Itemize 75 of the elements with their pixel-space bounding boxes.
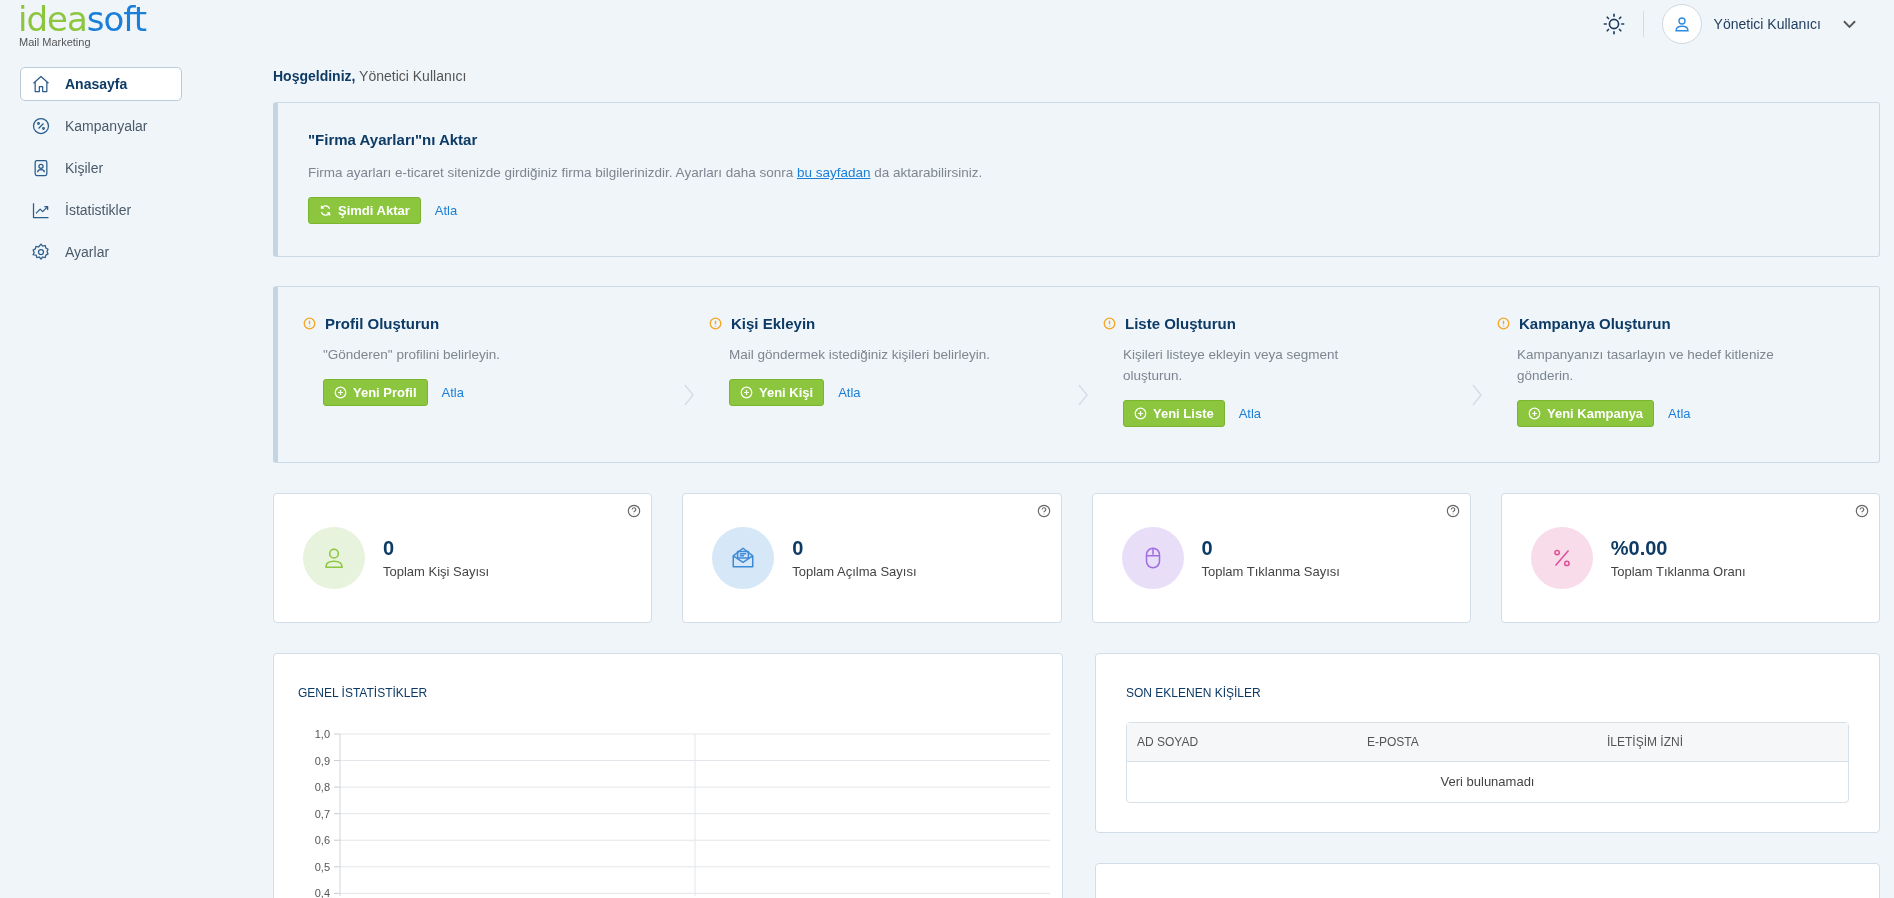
warning-icon <box>1103 317 1116 330</box>
chevron-down-icon[interactable] <box>1843 19 1856 29</box>
column-header: AD SOYAD <box>1137 735 1200 749</box>
y-axis-label: 0,9 <box>314 754 330 767</box>
warning-icon <box>1497 317 1510 330</box>
logo-subtitle: Mail Marketing <box>19 36 91 49</box>
step-description: Kampanyanızı tasarlayın ve hedef kitlenize gönderin. <box>1517 346 1775 385</box>
card-title: "Firma Ayarları"nı Aktar <box>308 131 479 148</box>
y-axis-label: 0,4 <box>314 887 330 898</box>
help-icon[interactable] <box>627 504 642 518</box>
sidebar-item[interactable]: Kampanyalar <box>20 109 182 143</box>
step-description: "Gönderen" profilini belirleyin. <box>323 346 501 364</box>
step-description: Mail göndermek istediğiniz kişileri belirleyin. <box>729 346 992 364</box>
help-icon[interactable] <box>1036 504 1051 518</box>
y-axis-label: 1,0 <box>314 728 330 740</box>
y-axis-label: 0,8 <box>314 781 330 794</box>
column-header: İLETİŞİM İZNİ <box>1607 735 1684 749</box>
settings-icon <box>31 242 51 262</box>
step-description: Kişileri listeye ekleyin veya segment oluşturun. <box>1123 346 1340 385</box>
y-axis-label: 0,6 <box>314 834 330 847</box>
settings-page-link[interactable]: bu sayfadan <box>796 165 871 180</box>
sidebar-item[interactable]: Kişiler <box>20 151 182 185</box>
y-axis-label: 0,7 <box>314 807 330 820</box>
import-now-button[interactable]: Şimdi Aktar <box>308 197 421 224</box>
logo: ideasoft <box>18 4 146 34</box>
trend-chart-icon <box>31 200 51 220</box>
card-title: GENEL İSTATİSTİKLER <box>298 686 429 700</box>
step-title: Profil Oluşturun <box>325 315 440 332</box>
chevron-right-icon <box>1471 383 1483 407</box>
skip-link[interactable]: Atla <box>434 203 458 218</box>
warning-icon <box>303 317 316 330</box>
step-title: Kampanya Oluşturun <box>1519 315 1671 332</box>
chevron-right-icon <box>1077 383 1089 407</box>
y-axis-label: 0,5 <box>314 860 330 873</box>
new-item-button[interactable]: Yeni Kampanya <box>1517 400 1655 427</box>
plus-circle-icon <box>1134 407 1147 420</box>
card-title: SON EKLENEN KİŞİLER <box>1126 686 1262 700</box>
avatar-circle[interactable] <box>1661 4 1702 44</box>
stat-value: 0 <box>383 537 396 560</box>
stat-label: Toplam Tıklanma Oranı <box>1610 564 1746 579</box>
stat-value: %0.00 <box>1610 537 1669 560</box>
column-header: E-POSTA <box>1367 735 1420 749</box>
welcome-message: Hoşgeldiniz, Yönetici Kullanıcı <box>273 68 468 86</box>
skip-link[interactable]: Atla <box>1668 406 1691 421</box>
sidebar-item[interactable]: Anasayfa <box>20 67 182 101</box>
card-description: Firma ayarları e-ticaret sitenizde girdiğiniz firma bilgilerinizdir. Ayarları daha sonra bu sayfadan da aktarabilirsiniz. <box>308 164 984 182</box>
new-item-button[interactable]: Yeni Kişi <box>729 379 825 406</box>
percent-badge-icon <box>31 116 51 136</box>
plus-circle-icon <box>334 386 347 399</box>
home-icon <box>31 74 51 94</box>
help-icon[interactable] <box>1445 504 1460 518</box>
skip-link[interactable]: Atla <box>441 385 464 400</box>
help-icon[interactable] <box>1855 504 1869 518</box>
chevron-right-icon <box>683 383 695 407</box>
plus-circle-icon <box>740 386 753 399</box>
user-name[interactable]: Yönetici Kullanıcı <box>1713 16 1821 32</box>
refresh-icon <box>319 204 332 217</box>
stat-label: Toplam Tıklanma Sayısı <box>1201 564 1340 579</box>
empty-table-message: Veri bulunamadı <box>1439 773 1536 791</box>
stat-value: 0 <box>1201 537 1214 560</box>
stat-value: 0 <box>792 537 805 560</box>
sidebar-item[interactable]: Ayarlar <box>20 235 182 269</box>
skip-link[interactable]: Atla <box>838 385 861 400</box>
new-item-button[interactable]: Yeni Profil <box>323 379 428 406</box>
plus-circle-icon <box>1528 407 1541 420</box>
new-item-button[interactable]: Yeni Liste <box>1123 400 1225 427</box>
warning-icon <box>709 317 722 330</box>
sidebar-item[interactable]: İstatistikler <box>20 193 182 227</box>
user-icon <box>1672 15 1691 33</box>
step-title: Kişi Ekleyin <box>731 315 816 332</box>
theme-toggle-sun-icon[interactable] <box>1602 13 1625 35</box>
stat-label: Toplam Açılma Sayısı <box>792 564 917 579</box>
skip-link[interactable]: Atla <box>1238 406 1262 421</box>
stat-label: Toplam Kişi Sayısı <box>383 564 490 579</box>
step-title: Liste Oluşturun <box>1125 315 1236 332</box>
